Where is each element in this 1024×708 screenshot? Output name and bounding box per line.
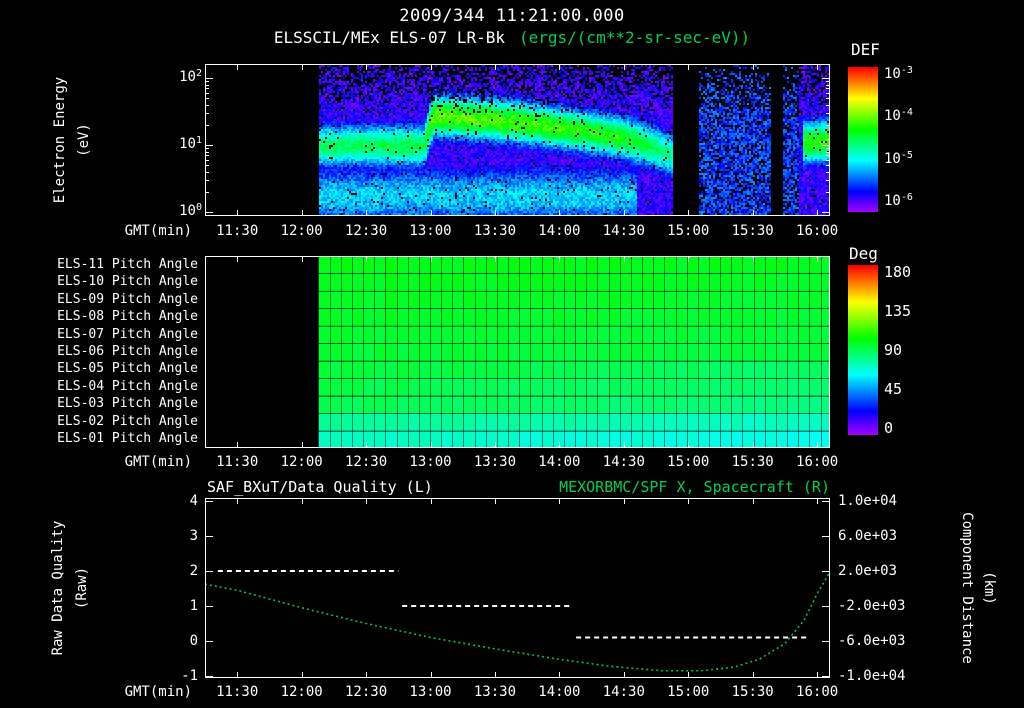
- x-tick-label: 13:30: [470, 222, 520, 240]
- def-colorbar-tick-label: 10-3: [884, 65, 913, 85]
- x-tick-label: 14:30: [599, 453, 649, 471]
- quality-canvas: [205, 498, 830, 678]
- quality-ytick-label: 1: [150, 597, 198, 615]
- quality-ytick-label: 0: [150, 632, 198, 650]
- x-tick-label: 14:00: [534, 453, 584, 471]
- x-tick-label: 16:00: [792, 683, 842, 701]
- quality-ylabel-left-units: (Raw): [74, 567, 90, 609]
- spectrogram-colorbar: [848, 67, 878, 212]
- energy-ytick-label: 101: [148, 135, 202, 155]
- pitch-row-label: ELS-09 Pitch Angle: [40, 292, 198, 308]
- pitch-row-label: ELS-07 Pitch Angle: [40, 327, 198, 343]
- spectrogram-colorbar-title: DEF: [851, 40, 880, 59]
- distance-ylabel-right-units: (km): [981, 571, 997, 605]
- energy-ytick-label: 102: [148, 68, 202, 88]
- quality-ytick-label: 4: [150, 492, 198, 510]
- distance-ytick-label: -2.0e+03: [838, 597, 905, 615]
- x-tick-label: 15:00: [663, 683, 713, 701]
- x-tick-label: 12:00: [277, 453, 327, 471]
- page-title: 2009/344 11:21:00.000: [0, 6, 1024, 26]
- pitch-row-label: ELS-05 Pitch Angle: [40, 361, 198, 377]
- pitch-row-label: ELS-11 Pitch Angle: [40, 257, 198, 273]
- gmt-axis-label: GMT(min): [100, 683, 192, 701]
- x-tick-label: 16:00: [792, 453, 842, 471]
- deg-colorbar-tick-label: 180: [884, 263, 911, 281]
- x-tick-label: 13:00: [406, 683, 456, 701]
- x-tick-label: 15:30: [728, 683, 778, 701]
- quality-ylabel-left: Raw Data Quality: [50, 521, 66, 656]
- quality-title-left: SAF_BXuT/Data Quality (L): [207, 478, 433, 496]
- deg-colorbar-tick-label: 0: [884, 419, 893, 437]
- distance-ytick-label: 6.0e+03: [838, 527, 897, 545]
- x-tick-label: 15:00: [663, 222, 713, 240]
- x-tick-label: 14:30: [599, 683, 649, 701]
- x-tick-label: 14:30: [599, 222, 649, 240]
- pitch-row-label: ELS-06 Pitch Angle: [40, 344, 198, 360]
- pitch-row-label: ELS-03 Pitch Angle: [40, 396, 198, 412]
- deg-colorbar-tick-label: 45: [884, 380, 902, 398]
- x-tick-label: 12:00: [277, 683, 327, 701]
- pitch-row-label: ELS-04 Pitch Angle: [40, 379, 198, 395]
- pitch-row-label: ELS-10 Pitch Angle: [40, 274, 198, 290]
- quality-title-right: MEXORBMC/SPF X, Spacecraft (R): [400, 478, 830, 496]
- distance-ytick-label: -6.0e+03: [838, 632, 905, 650]
- def-colorbar-tick-label: 10-5: [884, 150, 913, 170]
- pitch-colorbar-title: Deg: [849, 244, 878, 263]
- x-tick-label: 14:00: [534, 222, 584, 240]
- x-tick-label: 11:30: [212, 453, 262, 471]
- x-tick-label: 13:00: [406, 453, 456, 471]
- gmt-axis-label: GMT(min): [100, 453, 192, 471]
- x-tick-label: 13:30: [470, 453, 520, 471]
- deg-colorbar-tick-label: 90: [884, 341, 902, 359]
- distance-ytick-label: 2.0e+03: [838, 562, 897, 580]
- spectrogram-canvas: [205, 64, 830, 216]
- quality-ytick-label: -1: [150, 667, 198, 685]
- x-tick-label: 12:30: [341, 683, 391, 701]
- x-tick-label: 12:30: [341, 222, 391, 240]
- x-tick-label: 14:00: [534, 683, 584, 701]
- pitch-canvas: [205, 256, 830, 448]
- spectrogram-ylabel: Electron Energy: [52, 77, 68, 203]
- x-tick-label: 12:00: [277, 222, 327, 240]
- quality-ytick-label: 3: [150, 527, 198, 545]
- units-label: (ergs/(cm**2-sr-sec-eV)): [519, 28, 750, 47]
- pitch-row-label: ELS-01 Pitch Angle: [40, 431, 198, 447]
- quality-ytick-label: 2: [150, 562, 198, 580]
- x-tick-label: 13:30: [470, 683, 520, 701]
- distance-ytick-label: 1.0e+04: [838, 492, 897, 510]
- def-colorbar-tick-label: 10-6: [884, 192, 913, 212]
- spectrogram-ylabel-units: (eV): [76, 123, 92, 157]
- x-tick-label: 13:00: [406, 222, 456, 240]
- distance-ytick-label: -1.0e+04: [838, 667, 905, 685]
- x-tick-label: 16:00: [792, 222, 842, 240]
- x-tick-label: 11:30: [212, 222, 262, 240]
- def-colorbar-tick-label: 10-4: [884, 107, 913, 127]
- energy-ytick-label: 100: [148, 202, 202, 222]
- instrument-title: ELSSCIL/MEx ELS-07 LR-Bk: [274, 28, 505, 47]
- x-tick-label: 15:30: [728, 222, 778, 240]
- x-tick-label: 11:30: [212, 683, 262, 701]
- pitch-row-label: ELS-02 Pitch Angle: [40, 414, 198, 430]
- pitch-colorbar: [848, 265, 878, 435]
- deg-colorbar-tick-label: 135: [884, 302, 911, 320]
- x-tick-label: 15:00: [663, 453, 713, 471]
- x-tick-label: 15:30: [728, 453, 778, 471]
- science-plot-page: 2009/344 11:21:00.000 ELSSCIL/MEx ELS-07…: [0, 0, 1024, 708]
- distance-ylabel-right: Component Distance: [959, 512, 975, 664]
- pitch-row-label: ELS-08 Pitch Angle: [40, 309, 198, 325]
- gmt-axis-label: GMT(min): [100, 222, 192, 240]
- x-tick-label: 12:30: [341, 453, 391, 471]
